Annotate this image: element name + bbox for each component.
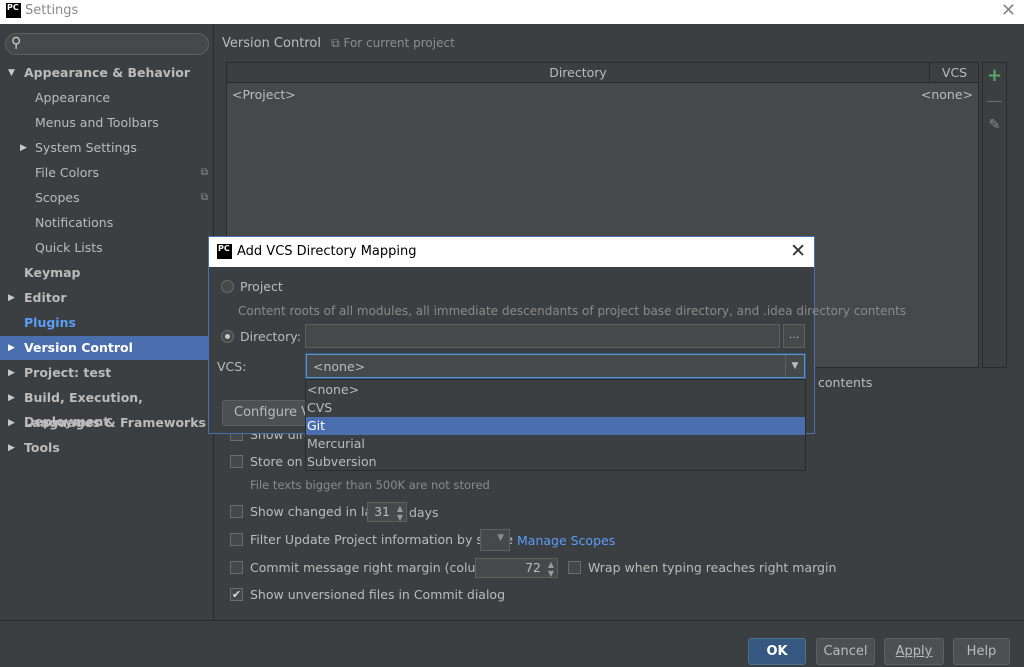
pycharm-logo-icon: PC: [217, 244, 232, 259]
dialog-button-bar: OK Cancel Apply Help: [0, 620, 1024, 667]
filter-update-checkbox[interactable]: [230, 533, 243, 546]
vcs-option-cvs[interactable]: CVS: [306, 399, 805, 417]
sidebar-item-keymap[interactable]: Keymap: [0, 261, 214, 285]
manage-scopes-link[interactable]: Manage Scopes: [517, 533, 615, 548]
wrap-typing-checkbox[interactable]: [568, 561, 581, 574]
add-mapping-icon[interactable]: +: [983, 65, 1006, 86]
sidebar-item-editor[interactable]: ▶ Editor: [0, 286, 214, 310]
window-title: Settings: [25, 3, 79, 18]
sidebar-item-file-colors[interactable]: File Colors ⧉: [0, 161, 214, 185]
store-hint: File texts bigger than 500K are not stor…: [250, 478, 490, 492]
collapsed-arrow-icon: ▶: [20, 143, 27, 153]
directory-radio-label: Directory:: [240, 329, 301, 344]
page-title: Version Control: [222, 36, 321, 51]
expanded-arrow-icon: ▼: [8, 68, 15, 78]
sidebar-item-scopes[interactable]: Scopes ⧉: [0, 186, 214, 210]
row-directory: <Project>: [232, 87, 296, 102]
row-vcs: <none>: [920, 87, 973, 102]
collapsed-arrow-icon: ▶: [8, 368, 15, 378]
vcs-option-mercurial[interactable]: Mercurial: [306, 435, 805, 453]
sidebar-item-languages[interactable]: ▶ Languages & Frameworks: [0, 411, 214, 435]
vcs-option-git[interactable]: Git: [306, 417, 805, 435]
project-scope-icon: ⧉: [200, 167, 208, 178]
days-label: days: [409, 505, 439, 520]
show-changed-checkbox[interactable]: [230, 505, 243, 518]
show-unversioned-checkbox[interactable]: ✔: [230, 588, 243, 601]
sidebar-item-version-control[interactable]: ▶ Version Control: [0, 336, 214, 360]
vcs-label: VCS:: [217, 359, 247, 374]
project-scope-icon: ⧉: [200, 192, 208, 203]
directory-radio[interactable]: [221, 330, 234, 343]
project-hint: Content roots of all modules, all immedi…: [238, 304, 907, 318]
sidebar-item-project-test[interactable]: ▶ Project: test: [0, 361, 214, 385]
project-radio[interactable]: [221, 280, 234, 293]
help-button[interactable]: Help: [953, 638, 1010, 665]
window-titlebar: PC Settings ✕: [0, 0, 1024, 24]
chevron-down-icon[interactable]: ▼: [785, 355, 804, 377]
table-row[interactable]: <Project> <none>: [227, 86, 978, 104]
browse-button[interactable]: ...: [783, 324, 805, 348]
pycharm-logo-icon: PC: [6, 3, 21, 18]
collapsed-arrow-icon: ▶: [8, 443, 15, 453]
dialog-titlebar: PC Add VCS Directory Mapping ✕: [209, 237, 814, 267]
edit-mapping-icon[interactable]: ✎: [983, 117, 1006, 133]
collapsed-arrow-icon: ▶: [8, 393, 15, 403]
collapsed-arrow-icon: ▶: [8, 418, 15, 428]
settings-sidebar: ⚲ ▼ Appearance & Behavior Appearance Men…: [0, 24, 214, 620]
search-icon: ⚲: [11, 35, 22, 51]
partial-contents-text: contents: [818, 375, 873, 390]
sidebar-item-system-settings[interactable]: ▶ System Settings: [0, 136, 214, 160]
dialog-title: Add VCS Directory Mapping: [237, 244, 417, 259]
sidebar-item-appearance[interactable]: Appearance: [0, 86, 214, 110]
vcs-select[interactable]: <none> ▼: [306, 354, 805, 378]
column-header-vcs[interactable]: VCS: [931, 63, 978, 83]
collapsed-arrow-icon: ▶: [8, 343, 15, 353]
table-header: Directory VCS: [227, 63, 978, 83]
sidebar-item-quick-lists[interactable]: Quick Lists: [0, 236, 214, 260]
project-scope-note: ⧉ For current project: [331, 36, 455, 50]
collapsed-arrow-icon: ▶: [8, 293, 15, 303]
window-close-icon[interactable]: ✕: [1001, 0, 1016, 21]
dialog-close-icon[interactable]: ✕: [790, 240, 806, 262]
configure-vcs-button[interactable]: Configure VCS: [222, 400, 317, 426]
directory-input[interactable]: [305, 324, 780, 348]
breadcrumb: Version Control ⧉ For current project: [222, 36, 455, 51]
settings-search-input[interactable]: ⚲: [5, 33, 209, 55]
sidebar-item-build-execution[interactable]: ▶ Build, Execution, Deployment: [0, 386, 214, 429]
spinner-arrows-icon[interactable]: ▲ ▼: [548, 559, 554, 578]
project-radio-label: Project: [240, 279, 283, 294]
store-checkbox[interactable]: [230, 455, 243, 468]
commit-margin-checkbox[interactable]: [230, 561, 243, 574]
sidebar-item-notifications[interactable]: Notifications: [0, 211, 214, 235]
table-toolbar: + — ✎: [982, 62, 1007, 368]
scope-combo[interactable]: ▼: [480, 529, 510, 551]
days-spinner[interactable]: 31 ▲ ▼: [367, 502, 407, 522]
ok-button[interactable]: OK: [748, 638, 806, 665]
apply-button[interactable]: Apply: [884, 638, 944, 665]
cancel-button[interactable]: Cancel: [816, 638, 875, 665]
sidebar-item-menus-toolbars[interactable]: Menus and Toolbars: [0, 111, 214, 135]
sidebar-item-tools[interactable]: ▶ Tools: [0, 436, 214, 460]
vcs-dropdown-list: <none> CVS Git Mercurial Subversion: [305, 379, 806, 471]
sidebar-item-appearance-behavior[interactable]: ▼ Appearance & Behavior: [0, 61, 214, 85]
margin-spinner[interactable]: 72 ▲ ▼: [475, 558, 558, 578]
vcs-option-none[interactable]: <none>: [306, 381, 805, 399]
chevron-down-icon: ▼: [497, 533, 504, 543]
spinner-arrows-icon[interactable]: ▲ ▼: [397, 503, 403, 522]
remove-mapping-icon[interactable]: —: [983, 91, 1006, 110]
column-header-directory[interactable]: Directory: [227, 63, 930, 83]
vcs-option-subversion[interactable]: Subversion: [306, 453, 805, 471]
sidebar-item-plugins[interactable]: Plugins: [0, 311, 214, 335]
